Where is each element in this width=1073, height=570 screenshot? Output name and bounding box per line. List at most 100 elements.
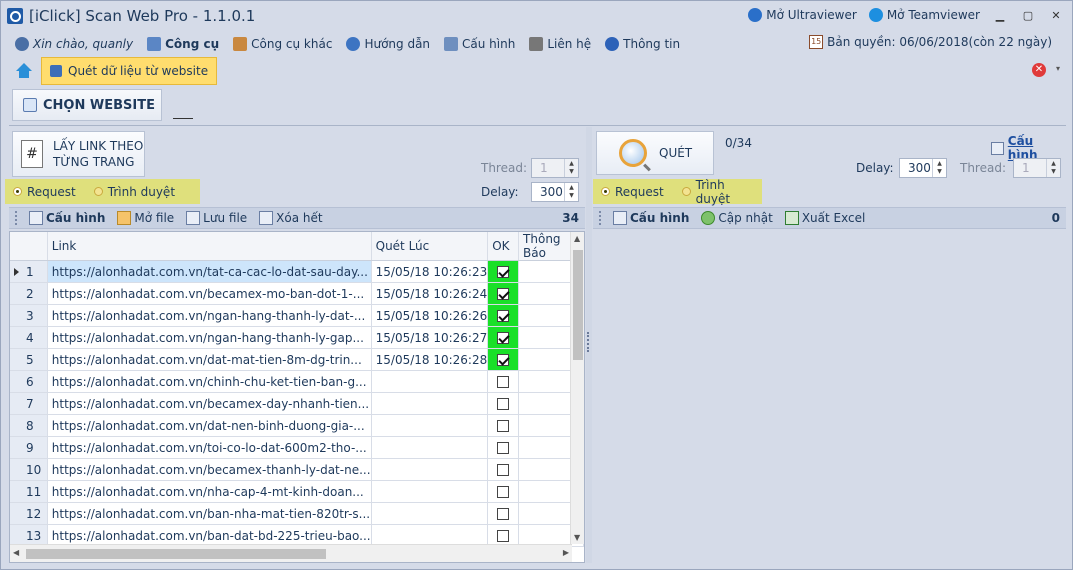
scanned-at-cell[interactable]: 15/05/18 10:26:28 — [371, 348, 489, 371]
radio-request[interactable]: Request — [601, 185, 664, 199]
table-row[interactable]: 5 https://alonhadat.com.vn/dat-mat-tien-8… — [10, 348, 584, 371]
link-cell[interactable]: https://alonhadat.com.vn/dat-mat-tien-8m… — [47, 348, 372, 371]
ok-cell[interactable] — [487, 458, 520, 481]
ok-checkbox[interactable] — [497, 332, 510, 344]
radio-request[interactable]: Request — [13, 185, 76, 199]
save-file-button[interactable]: Lưu file — [186, 211, 247, 225]
scanned-at-cell[interactable] — [371, 458, 489, 481]
ok-checkbox[interactable] — [497, 420, 510, 432]
open-ultraviewer-button[interactable]: Mở Ultraviewer — [748, 8, 857, 22]
row-number[interactable]: 4 — [10, 326, 48, 349]
scroll-thumb[interactable] — [573, 250, 583, 360]
scanned-at-cell[interactable] — [371, 414, 489, 437]
table-row[interactable]: 3 https://alonhadat.com.vn/ngan-hang-than… — [10, 304, 584, 327]
column-header-link[interactable]: Link — [47, 232, 372, 261]
ok-cell[interactable] — [487, 304, 520, 327]
scanned-at-cell[interactable]: 15/05/18 10:26:27 — [371, 326, 489, 349]
minimize-button[interactable]: ▁ — [992, 7, 1008, 23]
tab-scan-website[interactable]: Quét dữ liệu từ website — [41, 57, 218, 85]
scanned-at-cell[interactable] — [371, 480, 489, 503]
row-number[interactable]: 6 — [10, 370, 48, 393]
ok-cell[interactable] — [487, 260, 520, 283]
table-row[interactable]: 4 https://alonhadat.com.vn/ngan-hang-than… — [10, 326, 584, 349]
menu-config[interactable]: Cấu hình — [444, 37, 515, 51]
scroll-right-icon[interactable]: ▶ — [563, 548, 569, 557]
ok-cell[interactable] — [487, 326, 520, 349]
scan-delay-spinner[interactable]: 300 ▲ ▼ — [899, 158, 947, 178]
ok-checkbox[interactable] — [497, 310, 510, 322]
ok-checkbox[interactable] — [497, 530, 510, 542]
ok-cell[interactable] — [487, 370, 520, 393]
link-cell[interactable]: https://alonhadat.com.vn/becamex-mo-ban-… — [47, 282, 372, 305]
ok-cell[interactable] — [487, 348, 520, 371]
vertical-scrollbar[interactable]: ▲ ▼ — [570, 232, 584, 544]
ok-cell[interactable] — [487, 392, 520, 415]
table-row[interactable]: 2 https://alonhadat.com.vn/becamex-mo-ban… — [10, 282, 584, 305]
link-cell[interactable]: https://alonhadat.com.vn/tat-ca-cac-lo-d… — [47, 260, 372, 283]
menu-tools[interactable]: Công cụ — [147, 37, 219, 51]
menu-info[interactable]: Thông tin — [605, 37, 680, 51]
home-icon[interactable] — [15, 63, 33, 79]
link-config-button[interactable]: Cấu hình — [29, 211, 105, 225]
scanned-at-cell[interactable] — [371, 392, 489, 415]
row-number[interactable]: 8 — [10, 414, 48, 437]
row-number[interactable]: 2 — [10, 282, 48, 305]
tab-dropdown-icon[interactable]: ▾ — [1056, 64, 1060, 73]
table-row[interactable]: 9 https://alonhadat.com.vn/toi-co-lo-dat-… — [10, 436, 584, 459]
column-header-scanned-at[interactable]: Quét Lúc — [371, 232, 489, 261]
menu-other-tools[interactable]: Công cụ khác — [233, 37, 332, 51]
link-cell[interactable]: https://alonhadat.com.vn/toi-co-lo-dat-6… — [47, 436, 372, 459]
ok-checkbox[interactable] — [497, 442, 510, 454]
maximize-button[interactable]: ▢ — [1020, 7, 1036, 23]
menu-contact[interactable]: Liên hệ — [529, 37, 591, 51]
row-number[interactable]: 7 — [10, 392, 48, 415]
ok-checkbox[interactable] — [497, 266, 510, 278]
radio-browser[interactable]: Trình duyệt — [681, 178, 762, 206]
scroll-left-icon[interactable]: ◀ — [13, 548, 19, 557]
row-number[interactable]: 5 — [10, 348, 48, 371]
ok-checkbox[interactable] — [497, 486, 510, 498]
horizontal-scrollbar[interactable]: ◀ ▶ — [10, 544, 572, 562]
menu-guide[interactable]: Hướng dẫn — [346, 37, 430, 51]
ok-checkbox[interactable] — [497, 288, 510, 300]
spinner-arrows[interactable]: ▲ ▼ — [564, 183, 578, 201]
link-cell[interactable]: https://alonhadat.com.vn/ngan-hang-thanh… — [47, 326, 372, 349]
table-row[interactable]: 8 https://alonhadat.com.vn/dat-nen-binh-d… — [10, 414, 584, 437]
scroll-up-icon[interactable]: ▲ — [574, 234, 580, 243]
delete-all-button[interactable]: Xóa hết — [259, 211, 323, 225]
scanned-at-cell[interactable] — [371, 436, 489, 459]
close-tab-icon[interactable]: ✕ — [1032, 63, 1046, 77]
table-row[interactable]: 1 https://alonhadat.com.vn/tat-ca-cac-lo-… — [10, 260, 584, 283]
table-row[interactable]: 7 https://alonhadat.com.vn/becamex-day-nh… — [10, 392, 584, 415]
row-number[interactable]: 3 — [10, 304, 48, 327]
scanned-at-cell[interactable]: 15/05/18 10:26:26 — [371, 304, 489, 327]
scroll-down-icon[interactable]: ▼ — [574, 533, 580, 542]
ok-cell[interactable] — [487, 436, 520, 459]
link-cell[interactable]: https://alonhadat.com.vn/nha-cap-4-mt-ki… — [47, 480, 372, 503]
open-teamviewer-button[interactable]: Mở Teamviewer — [868, 8, 980, 22]
result-config-button[interactable]: Cấu hình — [613, 211, 689, 225]
scanned-at-cell[interactable] — [371, 502, 489, 525]
column-header-ok[interactable]: OK — [487, 232, 520, 261]
ok-cell[interactable] — [487, 282, 520, 305]
row-number[interactable]: 9 — [10, 436, 48, 459]
export-excel-button[interactable]: Xuất Excel — [784, 211, 865, 225]
row-number[interactable]: 12 — [10, 502, 48, 525]
link-cell[interactable]: https://alonhadat.com.vn/ngan-hang-thanh… — [47, 304, 372, 327]
link-cell[interactable]: https://alonhadat.com.vn/chinh-chu-ket-t… — [47, 370, 372, 393]
row-number[interactable]: 1 — [10, 260, 48, 283]
greeting-menu[interactable]: Xin chào, quanly — [15, 37, 133, 51]
ok-cell[interactable] — [487, 480, 520, 503]
ok-checkbox[interactable] — [497, 464, 510, 476]
row-number[interactable]: 11 — [10, 480, 48, 503]
radio-browser[interactable]: Trình duyệt — [93, 185, 175, 199]
scan-button[interactable]: QUÉT — [596, 131, 714, 175]
link-cell[interactable]: https://alonhadat.com.vn/becamex-thanh-l… — [47, 458, 372, 481]
ok-checkbox[interactable] — [497, 376, 510, 388]
scroll-thumb[interactable] — [26, 549, 326, 559]
get-links-by-page-button[interactable]: # LẤY LINK THEO TỪNG TRANG — [12, 131, 145, 177]
open-file-button[interactable]: Mở file — [117, 211, 174, 225]
link-cell[interactable]: https://alonhadat.com.vn/becamex-day-nha… — [47, 392, 372, 415]
table-row[interactable]: 10 https://alonhadat.com.vn/becamex-thanh… — [10, 458, 584, 481]
table-row[interactable]: 12 https://alonhadat.com.vn/ban-nha-mat-t… — [10, 502, 584, 525]
